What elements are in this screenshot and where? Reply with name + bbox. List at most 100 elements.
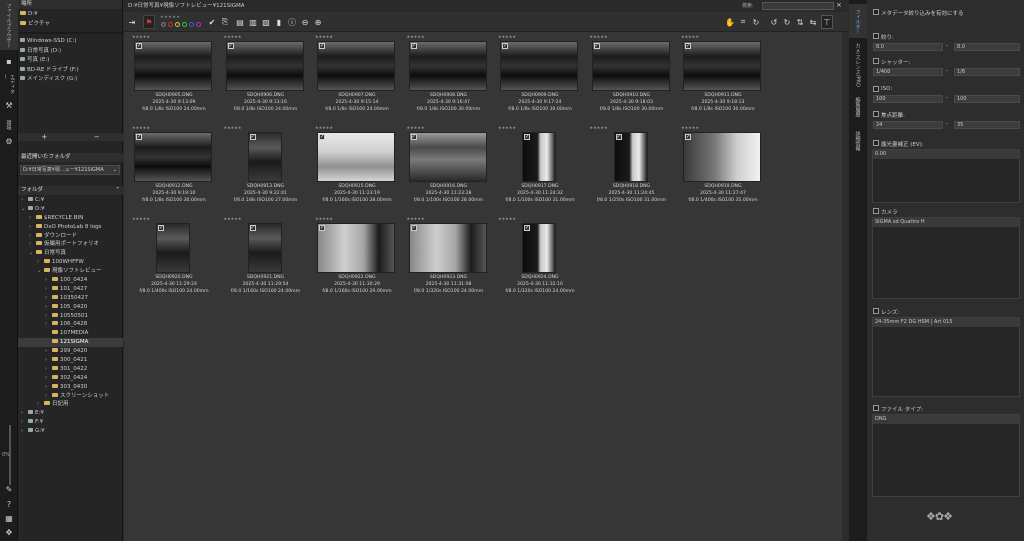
thumbnail-cell[interactable]: ★★★★★ ✓ SDQH0908.DNG 2025-4-30 9:16:47 f/8.0… [405,34,493,120]
checkmark-icon[interactable]: ✓ [319,225,325,231]
thumbnail-rating-stars[interactable]: ★★★★★ [132,34,216,39]
lens-list-item[interactable]: 24-35mm F2 DG HSM | Art 015 [873,318,1019,327]
thumbnail-cell[interactable]: ★★★★★ ✓ SDQH0917.DNG 2025-4-30 11:24:32 f/8.… [496,125,584,211]
tab-filter[interactable]: フィルター [849,4,867,38]
folder-tree-item[interactable]: 121SIGMA [18,338,123,348]
folder-tree-item[interactable]: › 105_0420 [18,303,123,312]
chevron-right-icon[interactable]: › [45,392,52,401]
checkmark-icon[interactable]: ✓ [615,134,622,140]
tab-editor[interactable]: エディター [0,74,18,98]
flag-icon[interactable]: ⚑ [143,15,155,29]
checkmark-icon[interactable]: ✓ [319,43,325,49]
thumbnail-rating-stars[interactable]: ★★★★★ [224,125,308,130]
lens-checkbox[interactable] [873,308,879,314]
lens-list[interactable]: 24-35mm F2 DG HSM | Art 015 [872,317,1020,397]
tab-details[interactable]: 詳細情報 [849,126,867,156]
zoom-in-icon[interactable]: ⊕ [312,15,324,29]
filetype-list[interactable]: DNG [872,414,1020,497]
folder-tree-item[interactable]: 107MEDIA [18,329,123,338]
fnum-checkbox[interactable] [873,33,879,39]
thumbnail-rating-stars[interactable]: ★★★★★ [132,125,216,130]
thumbnail-rating-stars[interactable]: ★★★★★ [132,216,216,221]
hand-icon[interactable]: ✋ [724,15,736,29]
thumbnail-image[interactable]: ✓ [500,41,578,91]
thumbnail-rating-stars[interactable]: ★★★★★ [681,34,765,39]
thumbnail-image[interactable]: ✓ [317,41,395,91]
chevron-right-icon[interactable]: › [21,418,28,427]
drive-item[interactable]: 写真 (E:) [20,56,120,66]
reset-profile-icon[interactable]: ▧ [260,15,272,29]
flip-vertical-icon[interactable]: ⇅ [794,15,806,29]
gear-icon[interactable]: ⚙ [0,134,18,148]
chevron-right-icon[interactable]: › [29,232,36,241]
tab-camera-lens[interactable]: カメラ/レンズ/PRO [849,42,867,88]
thumbnail-cell[interactable]: ★★★★★ ✓ SDQH0906.DNG 2025-4-30 9:13:16 f/8.0… [222,34,310,120]
close-icon[interactable]: × [836,1,842,9]
checkmark-icon[interactable]: ✓ [136,43,142,49]
thumbnail-rating-stars[interactable]: ★★★★★ [315,216,399,221]
folder-tree-item[interactable]: › DxO PhotoLab 8 logs [18,223,123,232]
checkmark-icon[interactable]: ✓ [410,43,417,49]
chevron-right-icon[interactable]: › [45,285,52,294]
thumbnail-image[interactable]: ✓ [613,132,648,182]
drive-item[interactable]: メインディスク (G:) [20,75,120,85]
thumbnail-cell[interactable]: ★★★★★ ✓ SDQH0910.DNG 2025-4-30 9:18:03 f/8.0… [588,34,676,120]
iso-checkbox[interactable] [873,86,879,92]
drive-item[interactable]: Windows-SSD (C:) [20,37,120,47]
chevron-right-icon[interactable]: › [37,258,44,267]
folder-tree-item[interactable]: › F:¥ [18,418,123,427]
checkmark-filter-icon[interactable]: ✔ [206,15,218,29]
thumbnail-rating-stars[interactable]: ★★★★★ [498,125,582,130]
thumbnail-cell[interactable]: ★★★★★ ✓ SDQH0907.DNG 2025-4-30 9:15:14 f/8.0… [313,34,401,120]
wrench-icon[interactable]: ⚒ [0,98,18,112]
camera-list-item[interactable]: SIGMA sd Quattro H [873,218,1019,227]
chevron-down-icon[interactable]: ⌄ [37,267,44,276]
chevron-right-icon[interactable]: › [45,294,52,303]
pen-icon[interactable]: ✎ [0,482,18,496]
thumbnail-cell[interactable]: ★★★★★ ✓ SDQH0924.DNG 2025-4-30 11:32:10 f/8.… [496,216,584,302]
chevron-right-icon[interactable]: › [45,312,52,321]
folder-tree-item[interactable]: ⌄ D:¥ [18,205,123,214]
search-input[interactable] [762,2,834,10]
thumbnail-cell[interactable]: ★★★★★ ✓ SDQH0905.DNG 2025-4-30 9:13:09 f/8.0… [130,34,218,120]
shutter-from-input[interactable]: 1/400 [873,68,943,76]
thumbnail-image[interactable]: ✓ [247,132,282,182]
thumbnail-rating-stars[interactable]: ★★★★★ [590,34,674,39]
checkmark-icon[interactable]: ✓ [524,134,530,140]
thumbnail-image[interactable]: ✓ [408,41,487,91]
thumbnail-image[interactable]: ✓ [522,132,556,182]
ev-checkbox[interactable] [873,140,879,146]
thumbnail-cell[interactable]: ★★★★★ ✓ SDQH0922.DNG 2025-4-30 11:30:29 f/8.… [313,216,401,302]
color-label-blue[interactable] [189,22,194,27]
thumbnail-rating-stars[interactable]: ★★★★★ [590,125,674,130]
folder-tree-item[interactable]: › スクリーンショット [18,392,123,401]
drive-item[interactable]: BD-RE ドライブ (F:) [20,66,120,76]
chevron-right-icon[interactable]: › [21,427,28,436]
tab-environment[interactable]: 環境 [0,116,18,134]
tab-history[interactable]: 編集履歴 [849,92,867,122]
thumbnail-cell[interactable]: ★★★★★ ✓ SDQH0913.DNG 2025-4-30 9:22:41 f/8.0… [222,125,310,211]
thumbnail-image[interactable]: ✓ [317,132,395,182]
iso-from-input[interactable]: 100 [873,95,943,103]
thumbnail-cell[interactable]: ★★★★★ ✓ SDQH0918.DNG 2025-4-30 11:24:45 f/8.… [588,125,676,211]
folder-tree-item[interactable]: › G:¥ [18,427,123,436]
thumbnail-image[interactable]: ✓ [591,41,670,91]
chevron-right-icon[interactable]: › [45,356,52,365]
folder-tree-item[interactable]: › 101_0427 [18,285,123,294]
thumbnail-rating-stars[interactable]: ★★★★★ [498,216,582,221]
checkmark-icon[interactable]: ✓ [502,43,508,49]
thumbnail-rating-stars[interactable]: ★★★★★ [224,216,308,221]
focal-from-input[interactable]: 24 [873,121,943,129]
shutter-to-input[interactable]: 1/8 [954,68,1020,76]
copy-profile-icon[interactable]: ▤ [234,15,246,29]
thumbnail-image[interactable]: ✓ [134,132,212,182]
ev-list-item[interactable]: 0.00 [873,150,1019,159]
color-label-yellow[interactable] [175,22,180,27]
folder-tree-item[interactable]: › 299_0420 [18,347,123,356]
ev-list[interactable]: 0.00 [872,149,1020,203]
place-item[interactable]: ピクチャ [20,20,120,30]
rotate-right-icon[interactable]: ↻ [781,15,793,29]
folder-tree-item[interactable]: ⌄ 日常写真 [18,249,123,258]
folder-icon[interactable]: ▪ [0,54,18,68]
checkmark-icon[interactable]: ✓ [136,134,142,140]
